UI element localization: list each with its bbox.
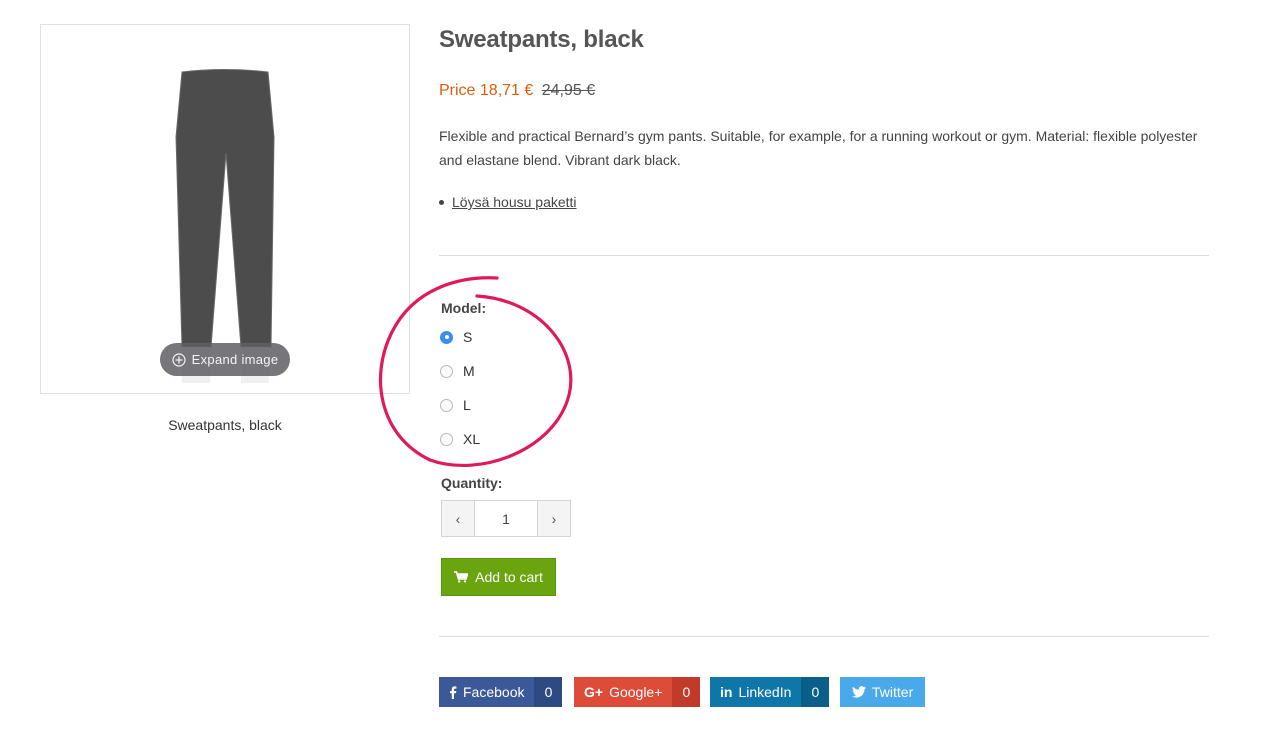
quantity-label: Quantity: — [441, 475, 503, 491]
bundle-link[interactable]: Löysä housu paketti — [452, 194, 577, 210]
model-option-label: S — [463, 329, 473, 345]
facebook-icon — [450, 685, 457, 699]
radio-selected-icon[interactable] — [440, 330, 453, 344]
divider — [439, 636, 1209, 637]
model-option-label: L — [463, 397, 471, 413]
current-price: Price 18,71 € — [439, 82, 534, 99]
product-description: Flexible and practical Bernard’s gym pan… — [439, 128, 1198, 168]
googleplus-label: Google+ — [609, 684, 663, 700]
googleplus-share-button[interactable]: G+ Google+ 0 — [574, 677, 701, 707]
linkedin-count: 0 — [801, 677, 830, 707]
model-option-l[interactable]: L — [440, 397, 471, 413]
googleplus-icon: G+ — [584, 684, 604, 700]
model-label: Model: — [441, 300, 487, 316]
old-price: 24,95 € — [541, 82, 596, 99]
product-image-frame[interactable]: Expand image — [40, 24, 410, 394]
price-row: Price 18,71 € 24,95 € — [439, 82, 595, 100]
expand-image-button[interactable]: Expand image — [160, 343, 290, 376]
model-option-label: XL — [463, 431, 481, 447]
linkedin-share-button[interactable]: in LinkedIn 0 — [710, 677, 830, 707]
cart-icon — [454, 571, 469, 583]
linkedin-icon: in — [720, 684, 733, 700]
model-option-s[interactable]: S — [440, 329, 472, 345]
twitter-share-button[interactable]: Twitter — [840, 677, 926, 707]
twitter-label: Twitter — [872, 684, 914, 700]
facebook-label: Facebook — [463, 684, 525, 700]
model-option-m[interactable]: M — [440, 363, 475, 379]
add-to-cart-label: Add to cart — [475, 569, 543, 585]
image-caption: Sweatpants, black — [168, 417, 282, 433]
radio-icon[interactable] — [440, 398, 453, 412]
product-title: Sweatpants, black — [439, 26, 644, 53]
expand-image-label: Expand image — [191, 352, 279, 367]
quantity-stepper: ‹ › — [441, 500, 571, 537]
radio-icon[interactable] — [440, 364, 453, 378]
linkedin-label: LinkedIn — [738, 684, 792, 700]
bundle-list-item: Löysä housu paketti — [439, 194, 577, 210]
sweatpants-image — [175, 69, 275, 383]
googleplus-count: 0 — [672, 677, 701, 707]
radio-icon[interactable] — [440, 432, 453, 446]
add-to-cart-button[interactable]: Add to cart — [441, 558, 556, 596]
twitter-icon — [852, 686, 866, 698]
quantity-increment-button[interactable]: › — [537, 500, 571, 537]
quantity-input[interactable] — [475, 500, 537, 537]
model-option-xl[interactable]: XL — [440, 431, 480, 447]
quantity-decrement-button[interactable]: ‹ — [441, 500, 475, 537]
bullet-icon — [439, 199, 444, 205]
model-option-label: M — [463, 363, 475, 379]
plus-circle-icon — [172, 352, 186, 367]
facebook-share-button[interactable]: Facebook 0 — [439, 677, 563, 707]
divider — [439, 255, 1209, 256]
facebook-count: 0 — [534, 677, 563, 707]
